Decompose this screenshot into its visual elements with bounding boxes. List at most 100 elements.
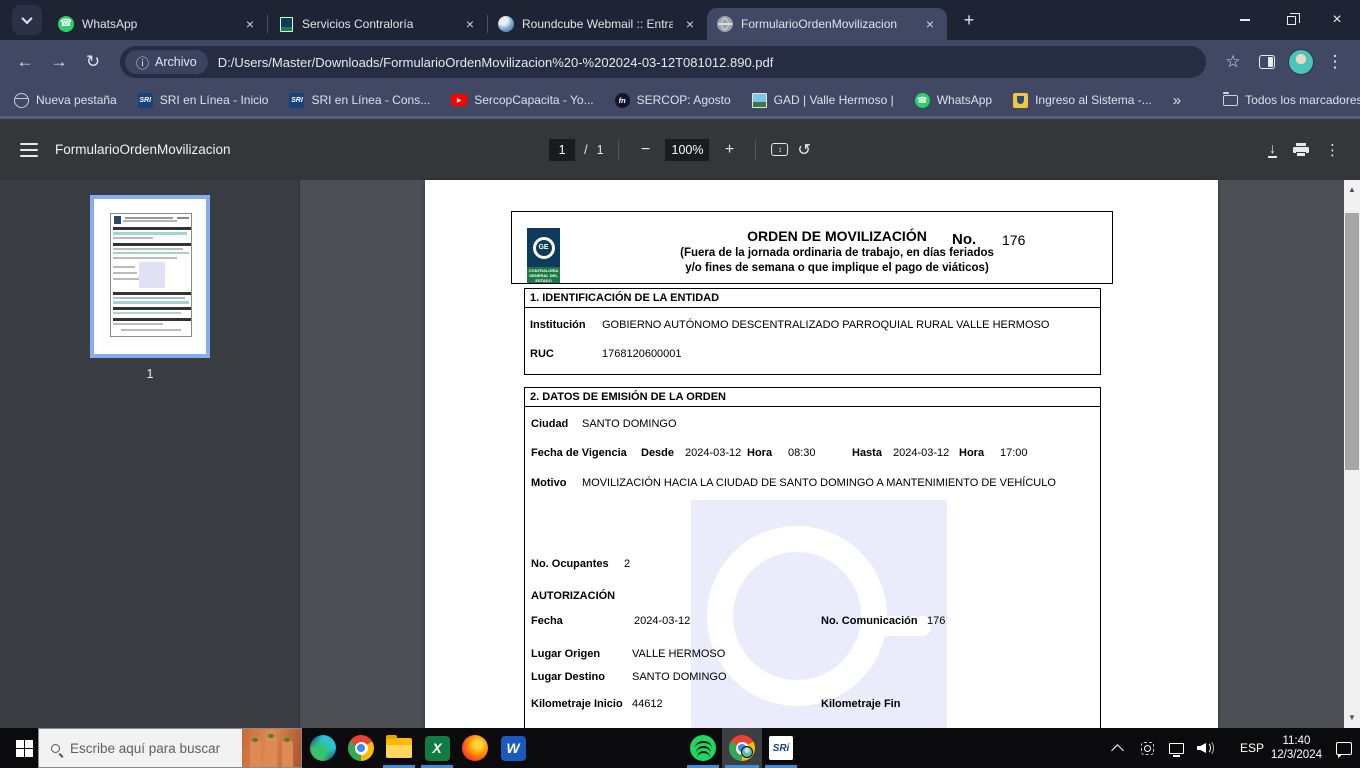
tray-expand-button[interactable] [1111, 728, 1124, 768]
bookmark-sri-inicio[interactable]: SRI SRI en Línea - Inicio [137, 92, 269, 108]
order-number-value: 176 [1002, 232, 1026, 248]
tab-title: FormularioOrdenMovilizacion [741, 17, 898, 31]
tray-time: 11:40 [1282, 735, 1311, 747]
file-scheme-label: Archivo [155, 55, 197, 69]
windows-logo-icon [15, 739, 33, 757]
taskbar-word[interactable]: W [494, 728, 532, 768]
bookmark-sri-consultas[interactable]: SRI SRI en Línea - Cons... [289, 92, 430, 108]
vertical-scrollbar[interactable]: ▲ ▼ [1344, 180, 1360, 728]
taskbar-file-explorer[interactable] [380, 728, 418, 768]
tray-date: 12/3/2024 [1270, 749, 1322, 761]
taskbar-search-box[interactable]: Escribe aquí para buscar [38, 728, 302, 768]
destino-label: Lugar Destino [531, 671, 605, 683]
close-tab-icon[interactable]: × [681, 15, 699, 33]
action-center-button[interactable] [1336, 728, 1352, 768]
fit-to-page-button[interactable]: ↕ [771, 143, 789, 156]
bookmark-label: SercopCapacita - Yo... [474, 93, 594, 107]
bookmark-sercop-agosto[interactable]: fn SERCOP: Agosto [614, 92, 731, 108]
pdf-menu-button[interactable] [20, 142, 38, 157]
taskbar-chrome[interactable] [342, 728, 380, 768]
folder-icon [1223, 91, 1239, 106]
browser-menu-button[interactable]: ⋮ [1318, 45, 1352, 79]
zoom-in-button[interactable]: + [719, 141, 741, 159]
taskbar-edge[interactable] [304, 728, 342, 768]
taskbar-firefox[interactable] [456, 728, 494, 768]
shield-icon [1013, 92, 1029, 108]
page-divider: / [584, 142, 588, 157]
bookmark-star-button[interactable]: ☆ [1216, 45, 1250, 79]
close-tab-icon[interactable]: × [241, 15, 259, 33]
taskbar-chrome-active[interactable] [722, 728, 762, 768]
tab-formulario-active[interactable]: FormularioOrdenMovilizacion × [707, 8, 947, 40]
taskbar: Escribe aquí para buscar X W SRi ESP 11:… [0, 728, 1360, 768]
back-button[interactable]: ← [8, 45, 42, 79]
rotate-button[interactable]: ↺ [798, 140, 811, 160]
desde-label: Desde [641, 447, 675, 459]
minimize-button[interactable] [1222, 0, 1268, 40]
taskbar-excel[interactable]: X [418, 728, 456, 768]
tray-meet-now[interactable] [1141, 728, 1154, 768]
scrollbar-thumb[interactable] [1345, 213, 1359, 470]
close-tab-icon[interactable]: × [921, 15, 939, 33]
form-header-box: GE CONTRALORÍA GENERAL DEL ESTADO ORDEN … [511, 211, 1113, 284]
bookmark-gad-valle-hermoso[interactable]: GAD | Valle Hermoso | [751, 92, 894, 108]
contraloria-icon [279, 16, 293, 32]
sercop-icon: fn [614, 92, 630, 108]
youtube-icon: ▶ [451, 94, 468, 106]
url-field[interactable]: ⓘ Archivo D:/Users/Master/Downloads/Form… [120, 46, 1206, 78]
cge-monogram-icon: GE [532, 236, 555, 259]
search-highlight-image[interactable] [242, 729, 301, 767]
vigencia-label: Fecha de Vigencia [531, 447, 627, 459]
zoom-level[interactable]: 100% [665, 138, 710, 161]
tab-servicios-contraloria[interactable]: Servicios Contraloría × [268, 8, 487, 40]
window-controls: × [1222, 0, 1360, 40]
close-tab-icon[interactable]: × [461, 15, 479, 33]
tray-volume[interactable] [1197, 728, 1214, 768]
bookmark-label: SRI en Línea - Inicio [159, 93, 269, 107]
hasta-value: 2024-03-12 [893, 447, 950, 459]
download-button[interactable]: ↓ [1268, 141, 1277, 158]
origen-value: VALLE HERMOSO [632, 648, 726, 660]
km-inicio-label: Kilometraje Inicio [531, 698, 623, 710]
profile-badge [741, 746, 753, 758]
ocupantes-label: No. Ocupantes [531, 558, 609, 570]
comunicacion-label: No. Comunicación [821, 615, 918, 627]
bookmark-nueva-pestana[interactable]: Nueva pestaña [14, 92, 117, 108]
bookmark-ingreso-sistema[interactable]: Ingreso al Sistema -... [1013, 92, 1152, 108]
tray-clock[interactable]: 11:40 12/3/2024 [1271, 728, 1322, 768]
info-icon: ⓘ [136, 55, 150, 71]
page-number-input[interactable]: 1 [549, 138, 576, 161]
tray-language[interactable]: ESP [1240, 728, 1264, 768]
scroll-up-icon[interactable]: ▲ [1344, 182, 1360, 198]
tray-network[interactable] [1169, 728, 1184, 768]
restore-button[interactable] [1268, 0, 1314, 40]
taskbar-sri[interactable]: SRi [762, 728, 800, 768]
page-thumbnail[interactable] [90, 195, 210, 358]
zoom-out-button[interactable]: − [635, 141, 657, 159]
file-scheme-chip[interactable]: ⓘ Archivo [125, 50, 208, 74]
new-tab-button[interactable]: + [955, 6, 983, 34]
profile-avatar[interactable] [1284, 45, 1318, 79]
pdf-page-controls: 1 / 1 − 100% + ↕ ↺ [549, 138, 811, 161]
bookmarks-overflow-button[interactable]: » [1173, 92, 1181, 109]
forward-button[interactable]: → [42, 45, 76, 79]
tab-search-button[interactable] [12, 5, 42, 35]
hora-label: Hora [959, 447, 985, 459]
ruc-label: RUC [530, 348, 554, 360]
bookmark-sercopcapacita[interactable]: ▶ SercopCapacita - Yo... [451, 93, 594, 107]
tab-roundcube[interactable]: Roundcube Webmail :: Entrada × [488, 8, 707, 40]
camera-icon [1141, 741, 1154, 755]
side-panel-icon [1259, 55, 1275, 69]
taskbar-spotify[interactable] [684, 728, 722, 768]
print-button[interactable] [1293, 142, 1309, 157]
pdf-more-button[interactable]: ⋮ [1325, 141, 1340, 159]
side-panel-button[interactable] [1250, 45, 1284, 79]
reload-button[interactable]: ↻ [76, 45, 110, 79]
pdf-page: GE CONTRALORÍA GENERAL DEL ESTADO ORDEN … [425, 180, 1218, 728]
section-identificacion: 1. IDENTIFICACIÓN DE LA ENTIDAD Instituc… [524, 288, 1101, 375]
close-window-button[interactable]: × [1314, 0, 1360, 40]
bookmark-whatsapp[interactable]: ☎ WhatsApp [914, 92, 992, 108]
all-bookmarks-button[interactable]: Todos los marcadores [1223, 91, 1360, 107]
tab-whatsapp[interactable]: ☎ WhatsApp × [48, 8, 267, 40]
scroll-down-icon[interactable]: ▼ [1344, 710, 1360, 726]
